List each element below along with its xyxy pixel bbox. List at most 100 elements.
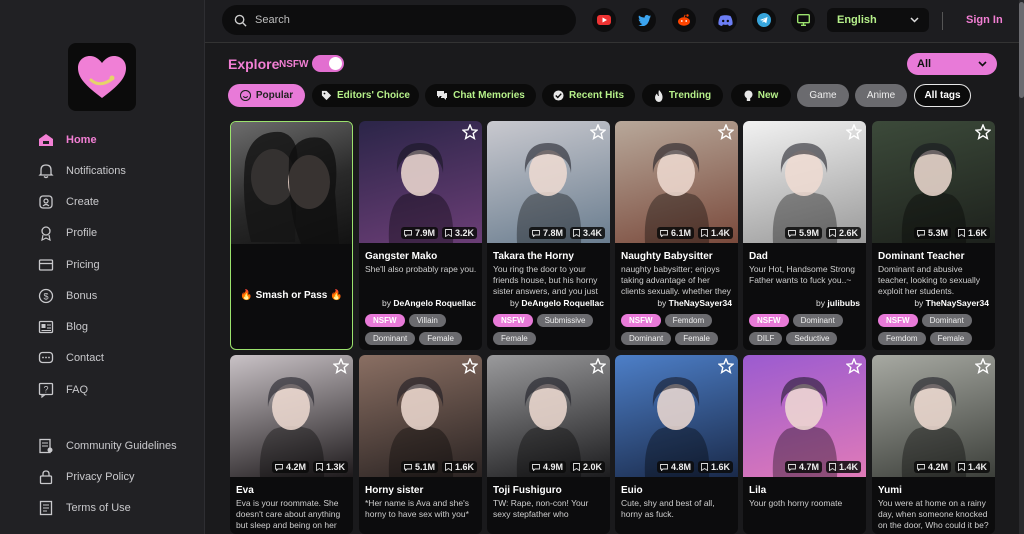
tag-popular[interactable]: Popular [228, 84, 305, 107]
character-card[interactable]: 5.3M 1.6K Dominant Teacher Dominant and abu… [872, 121, 995, 350]
saves-count: 1.4K [954, 461, 990, 473]
bookmark-icon [958, 229, 965, 237]
sidebar-item-notifications[interactable]: Notifications [38, 160, 126, 182]
twitter-link[interactable] [632, 8, 656, 32]
character-tag-chip[interactable]: NSFW [493, 314, 533, 327]
tag-trending[interactable]: Trending [642, 84, 723, 107]
favorite-star-icon[interactable] [975, 124, 991, 140]
sidebar-item-bonus[interactable]: $ Bonus [38, 285, 97, 307]
sign-in-link[interactable]: Sign In [966, 14, 1003, 26]
app-logo[interactable] [68, 43, 136, 111]
page-scrollbar[interactable] [1019, 0, 1024, 534]
desktop-link[interactable] [791, 8, 815, 32]
character-tag-chip[interactable]: DILF [749, 332, 783, 345]
telegram-link[interactable] [752, 8, 776, 32]
app-root: Home Notifications Create Profile Pricin… [0, 0, 1024, 534]
search-input[interactable] [255, 14, 555, 26]
reddit-link[interactable] [672, 8, 696, 32]
sidebar-item-label: FAQ [66, 384, 89, 396]
tag-anime[interactable]: Anime [855, 84, 907, 107]
chat-bubble-icon [275, 463, 283, 471]
character-tag-chip[interactable]: NSFW [365, 314, 405, 327]
favorite-star-icon[interactable] [846, 124, 862, 140]
favorite-star-icon[interactable] [975, 358, 991, 374]
scrollbar-thumb[interactable] [1019, 2, 1024, 98]
character-tag-chip[interactable]: NSFW [621, 314, 661, 327]
character-card[interactable]: 6.1M 1.4K Naughty Babysitter naughty babysi… [615, 121, 738, 350]
character-card[interactable]: 5.9M 2.6K Dad Your Hot, Handsome Strong Fat… [743, 121, 866, 350]
discord-link[interactable] [713, 8, 737, 32]
sidebar-item-pricing[interactable]: Pricing [38, 254, 100, 276]
sidebar-item-profile[interactable]: Profile [38, 222, 97, 244]
character-tag-chip[interactable]: NSFW [878, 314, 918, 327]
character-tag-chip[interactable]: Dominant [365, 332, 416, 345]
character-card[interactable]: 4.9M 2.0K Toji Fushiguro TW: Rape, non-con!… [487, 355, 610, 534]
tag-label: All tags [924, 90, 961, 101]
character-tag-chip[interactable]: Villain [408, 314, 446, 327]
character-tag-chip[interactable]: Female [419, 332, 462, 345]
favorite-star-icon[interactable] [462, 124, 478, 140]
views-count: 4.9M [528, 461, 566, 473]
favorite-star-icon[interactable] [462, 358, 478, 374]
character-author[interactable]: by DeAngelo Roquellac [382, 298, 476, 308]
character-card[interactable]: 4.7M 1.4K Lila Your goth horny roomate [743, 355, 866, 534]
tag-all-tags[interactable]: All tags [914, 84, 971, 107]
character-tag-chip[interactable]: Seductive [786, 332, 838, 345]
bookmark-icon [829, 463, 836, 471]
youtube-link[interactable] [592, 8, 616, 32]
favorite-star-icon[interactable] [718, 358, 734, 374]
favorite-star-icon[interactable] [718, 124, 734, 140]
sidebar-item-blog[interactable]: Blog [38, 316, 88, 338]
character-tag-chip[interactable]: Femdom [664, 314, 713, 327]
character-tag-chip[interactable]: Femdom [878, 332, 926, 345]
tag-label: Game [809, 90, 837, 101]
favorite-star-icon[interactable] [590, 124, 606, 140]
views-count: 7.8M [528, 227, 566, 239]
character-tag-chip[interactable]: NSFW [749, 314, 789, 327]
character-tag-chip[interactable]: Dominant [792, 314, 843, 327]
saves-count: 2.0K [569, 461, 605, 473]
character-card[interactable]: 7.8M 3.4K Takara the Horny You ring the doo… [487, 121, 610, 350]
saves-count: 2.6K [825, 227, 861, 239]
character-description: You were at home on a rainy day, when so… [878, 498, 989, 530]
character-tag-chip[interactable]: Dominant [621, 332, 672, 345]
sidebar-item-label: Create [66, 196, 100, 208]
character-author[interactable]: by TheNaySayer34 [914, 298, 989, 308]
character-tag-chip[interactable]: Female [493, 332, 536, 345]
sidebar-item-privacy-policy[interactable]: Privacy Policy [38, 466, 134, 488]
pricing-icon [38, 259, 54, 271]
views-count: 5.1M [400, 461, 438, 473]
sidebar-item-home[interactable]: Home [38, 129, 97, 151]
character-author[interactable]: by DeAngelo Roquellac [510, 298, 604, 308]
favorite-star-icon[interactable] [333, 358, 349, 374]
sidebar-item-community-guidelines[interactable]: Community Guidelines [38, 435, 177, 457]
character-card[interactable]: 4.2M 1.3K Eva Eva is your roommate. She doe… [230, 355, 353, 534]
sidebar-item-create[interactable]: Create [38, 191, 99, 213]
character-description: TW: Rape, non-con! Your sexy stepfather … [493, 498, 589, 519]
character-tag-chip[interactable]: Dominant [921, 314, 972, 327]
tag-new[interactable]: New [731, 84, 791, 107]
featured-smash-or-pass-card[interactable]: 🔥 Smash or Pass 🔥 [230, 121, 353, 350]
favorite-star-icon[interactable] [590, 358, 606, 374]
tag-chat-memories[interactable]: Chat Memories [425, 84, 536, 107]
character-stats: 7.9M 3.2K [400, 227, 477, 239]
character-tag-chip[interactable]: Female [929, 332, 973, 345]
sidebar-item-faq[interactable]: ? FAQ [38, 379, 88, 401]
tag-recent-hits[interactable]: Recent Hits [542, 84, 635, 107]
character-author[interactable]: by TheNaySayer34 [657, 298, 732, 308]
character-card[interactable]: 4.2M 1.4K Yumi You were at home on a rainy … [872, 355, 995, 534]
favorite-star-icon[interactable] [846, 358, 862, 374]
language-select[interactable]: English [827, 8, 929, 32]
character-author[interactable]: by julibubs [816, 298, 860, 308]
character-tag-chip[interactable]: Female [675, 332, 718, 345]
tag-editors-choice[interactable]: Editors' Choice [312, 84, 419, 107]
character-tag-chip[interactable]: Submissive [536, 314, 594, 327]
nsfw-toggle[interactable] [312, 55, 344, 72]
character-card[interactable]: 7.9M 3.2K Gangster Mako She'll also probabl… [359, 121, 482, 350]
character-card[interactable]: 4.8M 1.6K Euio Cute, shy and best of all, h… [615, 355, 738, 534]
sidebar-item-terms-of-use[interactable]: Terms of Use [38, 497, 131, 519]
character-card[interactable]: 5.1M 1.6K Horny sister *Her name is Ava and… [359, 355, 482, 534]
tag-game[interactable]: Game [797, 84, 849, 107]
sidebar-item-contact[interactable]: Contact [38, 347, 104, 369]
category-filter-select[interactable]: All [907, 53, 997, 75]
